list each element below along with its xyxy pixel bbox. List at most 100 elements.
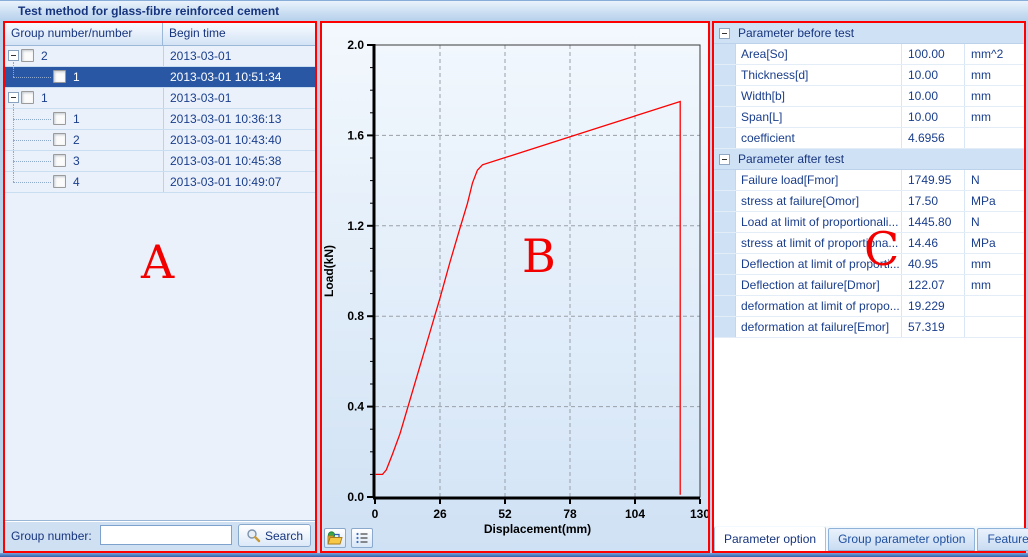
test-number-cell: 4: [73, 172, 80, 192]
tree-row-test[interactable]: 4 2013-03-01 10:49:07: [5, 172, 315, 193]
begin-time-cell: 2013-03-01 10:43:40: [163, 130, 315, 150]
param-unit: mm^2: [965, 44, 1024, 64]
param-row[interactable]: deformation at failure[Emor] 57.319: [714, 317, 1024, 338]
param-row[interactable]: Thickness[d] 10.00 mm: [714, 65, 1024, 86]
param-group-title: Parameter after test: [714, 149, 844, 169]
param-row[interactable]: Load at limit of proportionali... 1445.8…: [714, 212, 1024, 233]
param-value: 122.07: [902, 275, 965, 295]
param-row-gutter: [714, 275, 736, 295]
svg-text:78: 78: [563, 507, 577, 521]
collapse-minus-icon[interactable]: [719, 28, 730, 39]
test-number-cell: 3: [73, 151, 80, 171]
row-checkbox[interactable]: [21, 91, 34, 104]
param-row[interactable]: coefficient 4.6956: [714, 128, 1024, 149]
param-row-gutter: [714, 191, 736, 211]
param-row-gutter: [714, 296, 736, 316]
parameter-tabbar: Parameter option Group parameter option …: [714, 525, 1024, 551]
collapse-minus-icon[interactable]: [719, 154, 730, 165]
svg-text:0.0: 0.0: [347, 490, 364, 504]
param-row[interactable]: deformation at limit of propo... 19.229: [714, 296, 1024, 317]
row-checkbox[interactable]: [53, 133, 66, 146]
svg-text:1.6: 1.6: [347, 128, 364, 142]
tree-connector: [13, 172, 14, 182]
param-unit: [965, 128, 1024, 148]
param-row[interactable]: Width[b] 10.00 mm: [714, 86, 1024, 107]
tab-group-parameter-option[interactable]: Group parameter option: [828, 528, 975, 551]
param-name: stress at limit of proportiona...: [736, 233, 902, 253]
param-group-header[interactable]: Parameter after test: [714, 149, 1024, 170]
tab-parameter-option[interactable]: Parameter option: [714, 527, 826, 551]
param-name: Area[So]: [736, 44, 902, 64]
tree-header-time-column[interactable]: Begin time: [163, 23, 315, 45]
collapse-minus-icon[interactable]: [8, 92, 19, 103]
collapse-minus-icon[interactable]: [8, 50, 19, 61]
param-group-header[interactable]: Parameter before test: [714, 23, 1024, 44]
group-number-cell: 2: [41, 46, 48, 66]
param-row[interactable]: Failure load[Fmor] 1749.95 N: [714, 170, 1024, 191]
svg-text:0.8: 0.8: [347, 309, 364, 323]
svg-text:104: 104: [625, 507, 645, 521]
open-folder-icon: [327, 531, 343, 545]
test-number-cell: 1: [73, 67, 80, 87]
svg-text:0.4: 0.4: [347, 400, 364, 414]
row-checkbox[interactable]: [21, 49, 34, 62]
window-title-bar: Test method for glass-fibre reinforced c…: [0, 0, 1028, 20]
open-curve-button[interactable]: [324, 528, 346, 548]
window-bottom-edge: [0, 553, 1028, 557]
param-name: Load at limit of proportionali...: [736, 212, 902, 232]
param-unit: [965, 317, 1024, 337]
param-value: 10.00: [902, 65, 965, 85]
param-value: 17.50: [902, 191, 965, 211]
param-unit: N: [965, 170, 1024, 190]
tree-row-test[interactable]: 3 2013-03-01 10:45:38: [5, 151, 315, 172]
param-row[interactable]: Span[L] 10.00 mm: [714, 107, 1024, 128]
tree-header: Group number/number Begin time: [5, 23, 315, 46]
tree-row-test-selected[interactable]: 1 2013-03-01 10:51:34: [5, 67, 315, 88]
begin-time-cell: 2013-03-01 10:45:38: [163, 151, 315, 171]
begin-time-cell: 2013-03-01 10:49:07: [163, 172, 315, 192]
row-checkbox[interactable]: [53, 175, 66, 188]
group-number-input[interactable]: [100, 525, 232, 545]
search-button[interactable]: Search: [238, 524, 311, 547]
param-row[interactable]: Area[So] 100.00 mm^2: [714, 44, 1024, 65]
row-checkbox[interactable]: [53, 154, 66, 167]
param-name: deformation at limit of propo...: [736, 296, 902, 316]
param-row[interactable]: stress at limit of proportiona... 14.46 …: [714, 233, 1024, 254]
tree-row-test[interactable]: 2 2013-03-01 10:43:40: [5, 130, 315, 151]
param-row[interactable]: Deflection at failure[Dmor] 122.07 mm: [714, 275, 1024, 296]
param-row-gutter: [714, 317, 736, 337]
curve-list-button[interactable]: [351, 528, 373, 548]
svg-text:2.0: 2.0: [347, 38, 364, 52]
svg-text:Load(kN): Load(kN): [322, 245, 336, 297]
param-row-gutter: [714, 233, 736, 253]
search-button-label: Search: [265, 529, 303, 543]
test-number-cell: 2: [73, 130, 80, 150]
test-number-cell: 1: [73, 109, 80, 129]
row-checkbox[interactable]: [53, 112, 66, 125]
tree-body: 2 2013-03-01 1 2013-03-01 10:51:34 1 201…: [5, 46, 315, 193]
begin-time-cell: 2013-03-01: [163, 46, 315, 66]
group-number-cell: 1: [41, 88, 48, 108]
tree-header-group-column[interactable]: Group number/number: [5, 23, 163, 45]
tree-row-test[interactable]: 1 2013-03-01 10:36:13: [5, 109, 315, 130]
group-search-bar: Group number: Search: [5, 520, 315, 551]
row-checkbox[interactable]: [53, 70, 66, 83]
param-row-gutter: [714, 86, 736, 106]
magnifier-icon: [246, 528, 261, 543]
tree-row-group[interactable]: 2 2013-03-01: [5, 46, 315, 67]
param-value: 14.46: [902, 233, 965, 253]
param-row-gutter: [714, 254, 736, 274]
param-value: 1445.80: [902, 212, 965, 232]
tree-row-group[interactable]: 1 2013-03-01: [5, 88, 315, 109]
param-unit: mm: [965, 86, 1024, 106]
tab-feature[interactable]: Feature: [977, 528, 1028, 551]
svg-text:52: 52: [498, 507, 512, 521]
param-name: Span[L]: [736, 107, 902, 127]
param-value: 4.6956: [902, 128, 965, 148]
application-window: Test method for glass-fibre reinforced c…: [0, 0, 1028, 557]
svg-text:Displacement(mm): Displacement(mm): [484, 522, 591, 536]
svg-text:0: 0: [372, 507, 379, 521]
param-row[interactable]: Deflection at limit of proporti... 40.95…: [714, 254, 1024, 275]
param-value: 57.319: [902, 317, 965, 337]
param-row[interactable]: stress at failure[Omor] 17.50 MPa: [714, 191, 1024, 212]
